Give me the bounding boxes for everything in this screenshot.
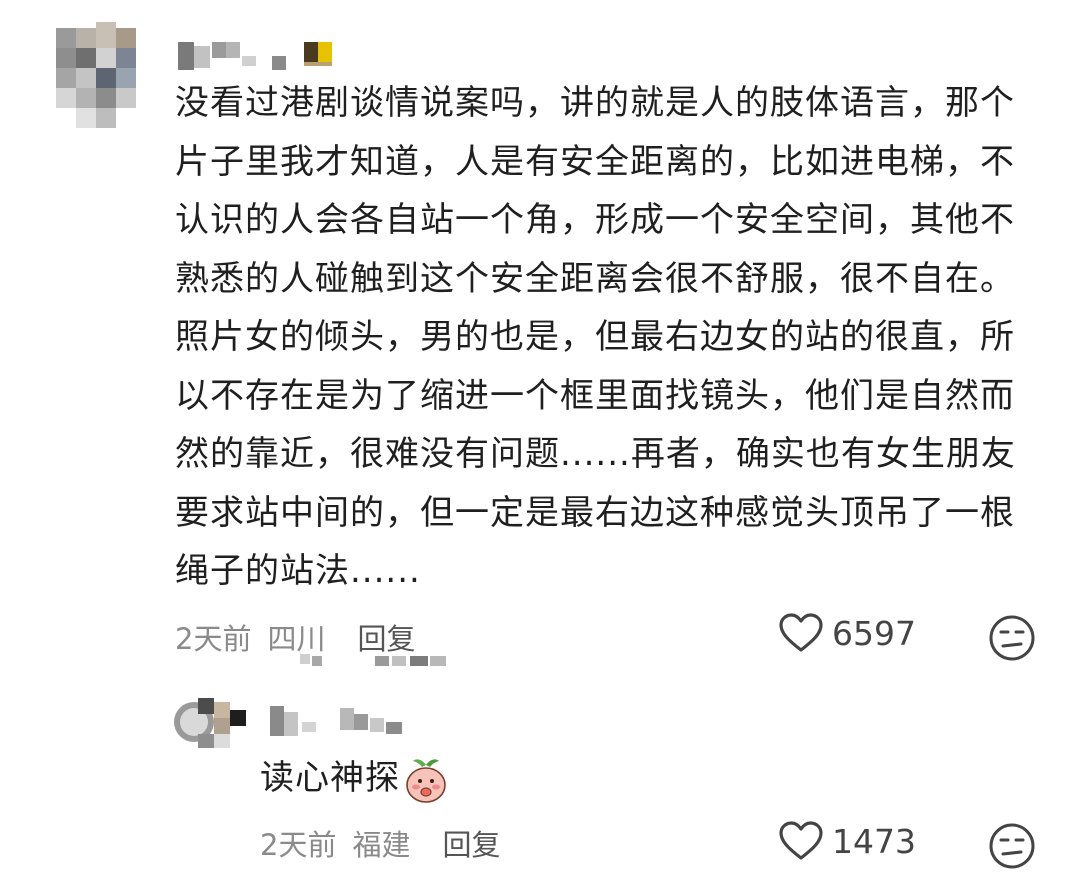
meh-face-icon[interactable] [988,614,1036,662]
reply-button[interactable]: 回复 [442,822,500,864]
reply-text-content: 读心神探 [260,758,400,798]
avatar[interactable] [172,692,252,762]
comment-meta: 2天前 四川 回复 [175,616,415,658]
peach-sticker-icon [406,758,446,803]
comment-time: 2天前 [175,622,252,656]
reply-text: 读心神探 [260,749,860,808]
avatar-mosaic [172,692,252,762]
meta-mosaic [300,654,446,666]
comment-region: 四川 [267,622,326,656]
avatar-mosaic [52,22,148,132]
meh-face-icon[interactable] [988,822,1036,870]
heart-outline-icon [779,821,823,860]
like-button[interactable]: 1473 [778,820,916,862]
like-count: 6597 [832,613,916,653]
username-mosaic[interactable] [178,38,348,78]
heart-outline-icon [779,613,823,652]
comment-text: 没看过港剧谈情说案吗，讲的就是人的肢体语言，那个片子里我才知道，人是有安全距离的… [175,83,1016,591]
reply-region: 福建 [352,828,411,862]
like-count: 1473 [832,821,916,861]
reply-button[interactable]: 回复 [357,616,415,658]
username-mosaic[interactable] [270,700,420,740]
reply-meta: 2天前 福建 回复 [260,822,500,864]
avatar[interactable] [52,22,148,132]
reply-time: 2天前 [260,828,337,862]
like-button[interactable]: 6597 [778,612,916,654]
